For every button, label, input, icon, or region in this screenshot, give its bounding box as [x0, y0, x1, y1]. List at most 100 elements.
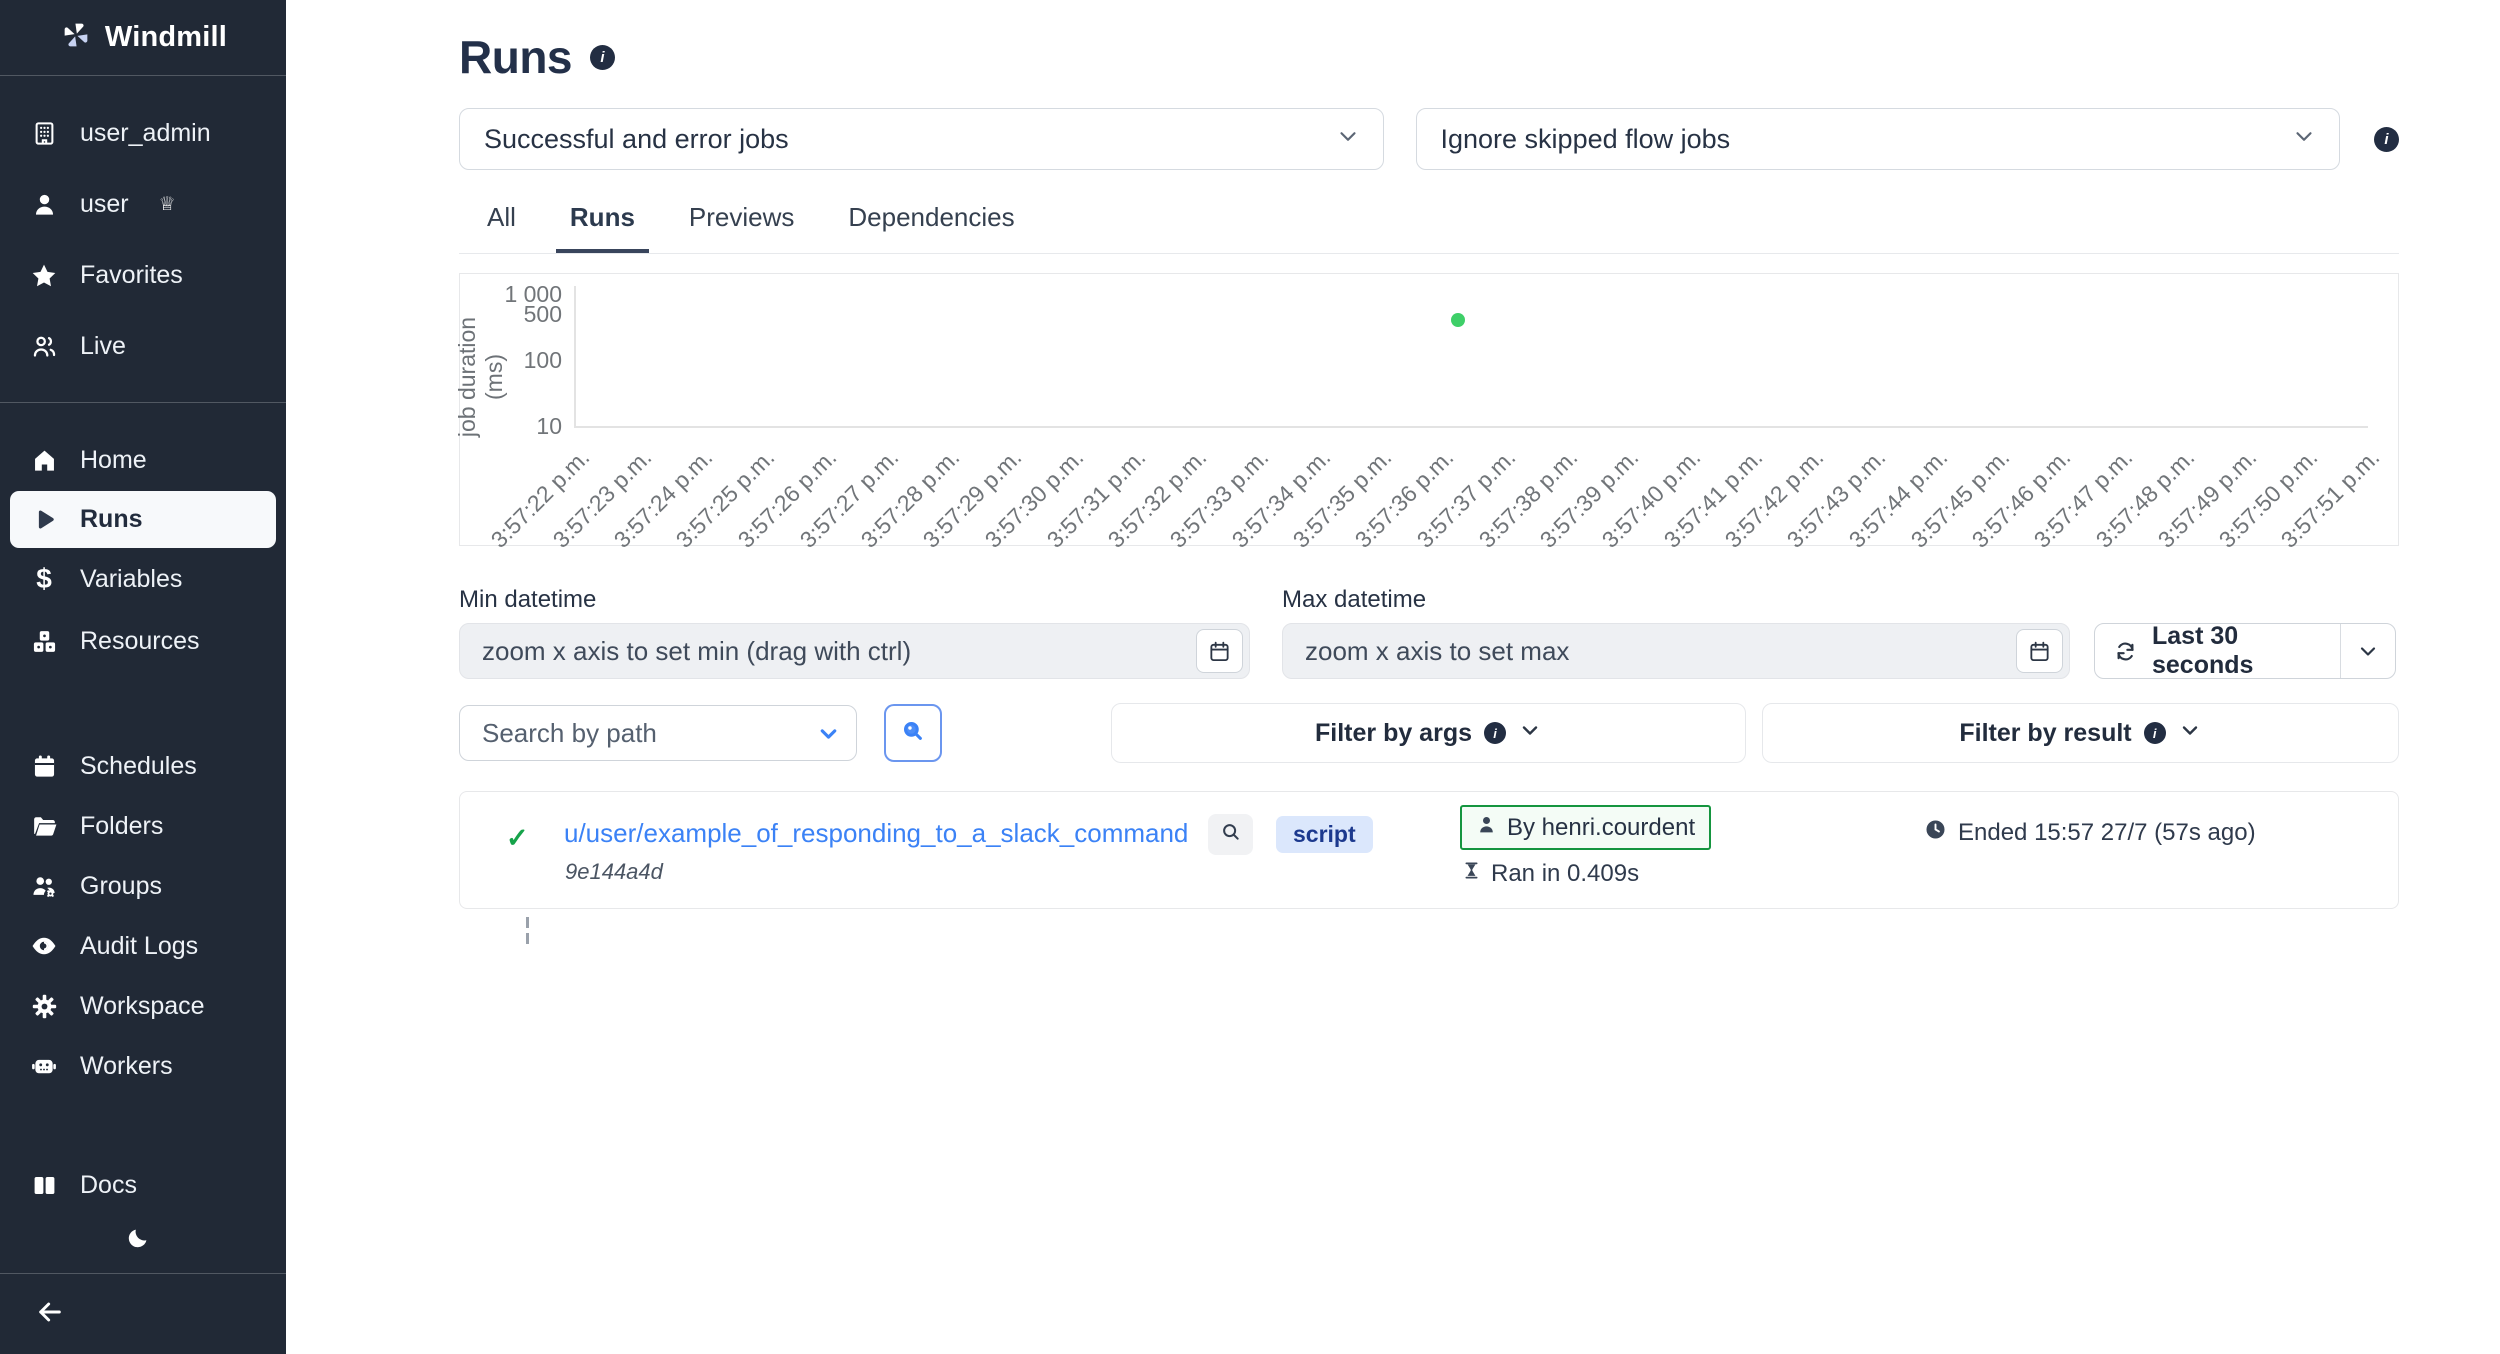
user-icon	[30, 191, 58, 219]
sidebar-item-resources[interactable]: Resources	[0, 610, 286, 672]
sidebar-item-groups[interactable]: Groups	[0, 856, 286, 916]
sidebar-item-favorites[interactable]: Favorites	[0, 240, 286, 311]
main-content: Runs i Successful and error jobs Ignore …	[286, 0, 2500, 1354]
sidebar-item-workers[interactable]: Workers	[0, 1036, 286, 1096]
run-row[interactable]: ✓ u/user/example_of_responding_to_a_slac…	[459, 791, 2399, 909]
skipped-filter-value: Ignore skipped flow jobs	[1441, 124, 1731, 155]
sidebar-item-user[interactable]: user ♕	[0, 169, 286, 240]
audit-logs-label: Audit Logs	[80, 932, 198, 961]
search-button[interactable]	[884, 704, 942, 762]
sidebar-item-audit-logs[interactable]: Audit Logs	[0, 916, 286, 976]
sidebar-item-workspace[interactable]: user_admin	[0, 98, 286, 169]
run-duration-label: Ran in 0.409s	[1491, 860, 1639, 888]
home-label: Home	[80, 446, 147, 475]
chevron-down-icon[interactable]	[2341, 639, 2395, 663]
quick-range-label: Last 30 seconds	[2152, 622, 2340, 680]
home-icon	[30, 446, 58, 474]
min-datetime-input[interactable]	[459, 623, 1250, 679]
hourglass-icon	[1462, 860, 1481, 888]
sidebar-item-runs[interactable]: Runs	[10, 491, 276, 548]
sidebar-item-docs[interactable]: Docs	[0, 1155, 286, 1215]
theme-toggle-row	[0, 1219, 286, 1261]
gear-icon	[30, 992, 58, 1020]
datetime-row: Min datetime Max datetime	[459, 586, 2399, 679]
chart-data-point[interactable]	[1451, 313, 1465, 327]
chart-y-axis-line	[574, 286, 576, 428]
groups-label: Groups	[80, 872, 162, 901]
collapse-arrow-icon[interactable]	[34, 1296, 66, 1333]
tab-dependencies[interactable]: Dependencies	[834, 202, 1028, 253]
users-icon	[30, 333, 58, 361]
filter-by-result-button[interactable]: Filter by result i	[1762, 703, 2399, 763]
skipped-filter-select[interactable]: Ignore skipped flow jobs	[1416, 108, 2341, 170]
live-label: Live	[80, 332, 126, 361]
building-icon	[30, 120, 58, 148]
docs-label: Docs	[80, 1171, 137, 1200]
run-inspect-button[interactable]	[1208, 814, 1253, 855]
sidebar-item-workspace-settings[interactable]: Workspace	[0, 976, 286, 1036]
workers-label: Workers	[80, 1052, 173, 1081]
robot-icon	[30, 1052, 58, 1080]
min-datetime-label: Min datetime	[459, 586, 1250, 614]
eye-icon	[30, 932, 58, 960]
filter-by-args-button[interactable]: Filter by args i	[1111, 703, 1746, 763]
crown-icon: ♕	[159, 193, 176, 216]
tab-runs[interactable]: Runs	[556, 202, 649, 253]
sidebar-main-group: Home Runs $ Variables	[0, 429, 286, 672]
schedules-label: Schedules	[80, 752, 197, 781]
sidebar-header: Windmill	[0, 0, 286, 76]
run-path-link[interactable]: u/user/example_of_responding_to_a_slack_…	[564, 818, 1188, 849]
chart-y-tick: 500	[488, 301, 562, 328]
run-id: 9e144a4d	[565, 859, 663, 885]
sidebar-item-home[interactable]: Home	[0, 429, 286, 491]
min-datetime-calendar-button[interactable]	[1196, 629, 1243, 673]
resources-label: Resources	[80, 627, 200, 656]
sidebar-account-group: user_admin user ♕ Favorites	[0, 98, 286, 382]
max-datetime-input[interactable]	[1282, 623, 2070, 679]
filter-args-info-icon: i	[1484, 722, 1506, 744]
status-filter-select[interactable]: Successful and error jobs	[459, 108, 1384, 170]
tab-previews[interactable]: Previews	[675, 202, 808, 253]
play-icon	[30, 506, 58, 534]
filter-result-info-icon: i	[2144, 722, 2166, 744]
sidebar-item-folders[interactable]: Folders	[0, 796, 286, 856]
run-kind-badge: script	[1276, 816, 1373, 853]
quick-range-button[interactable]: Last 30 seconds	[2094, 623, 2396, 679]
tab-all[interactable]: All	[473, 202, 530, 253]
moon-icon[interactable]	[126, 1226, 150, 1255]
sidebar-footer	[0, 1274, 286, 1354]
search-row: Filter by args i Filter by result i	[459, 703, 2399, 763]
sidebar-item-variables[interactable]: $ Variables	[0, 548, 286, 610]
chevron-down-icon	[1335, 123, 1361, 156]
chart-y-tick: 100	[488, 347, 562, 374]
filter-result-label: Filter by result	[1959, 719, 2131, 748]
windmill-app: Windmill user_admin user ♕	[0, 0, 2500, 1354]
calendar-icon	[30, 752, 58, 780]
status-filter-value: Successful and error jobs	[484, 124, 789, 155]
refresh-icon	[2113, 639, 2138, 664]
book-icon	[30, 1171, 58, 1199]
chevron-down-icon	[2291, 123, 2317, 156]
run-by-badge[interactable]: By henri.courdent	[1460, 805, 1711, 850]
star-icon	[30, 262, 58, 290]
search-input[interactable]	[459, 705, 857, 761]
sidebar-admin-group: Schedules Folders	[0, 736, 286, 1096]
chevron-down-icon[interactable]	[816, 721, 841, 751]
title-row: Runs i	[459, 30, 2399, 84]
runs-duration-chart[interactable]: job duration (ms) 1 000500100103:57:22 p…	[459, 273, 2399, 546]
dollar-icon: $	[30, 565, 58, 593]
max-datetime-calendar-button[interactable]	[2016, 629, 2063, 673]
sidebar-item-schedules[interactable]: Schedules	[0, 736, 286, 796]
run-by-label: By henri.courdent	[1507, 814, 1695, 842]
sidebar-item-live[interactable]: Live	[0, 311, 286, 382]
timeline-dashes	[526, 917, 529, 944]
workspace-label: user_admin	[80, 119, 211, 148]
run-ended: Ended 15:57 27/7 (57s ago)	[1924, 818, 2256, 848]
runs-info-icon[interactable]: i	[590, 45, 615, 70]
user-label: user	[80, 190, 129, 219]
success-check-icon: ✓	[506, 823, 529, 854]
max-datetime-label: Max datetime	[1282, 586, 2070, 614]
tabs: All Runs Previews Dependencies	[459, 202, 2399, 254]
skipped-filter-info-icon[interactable]: i	[2374, 127, 2399, 152]
filter-args-label: Filter by args	[1315, 719, 1472, 748]
